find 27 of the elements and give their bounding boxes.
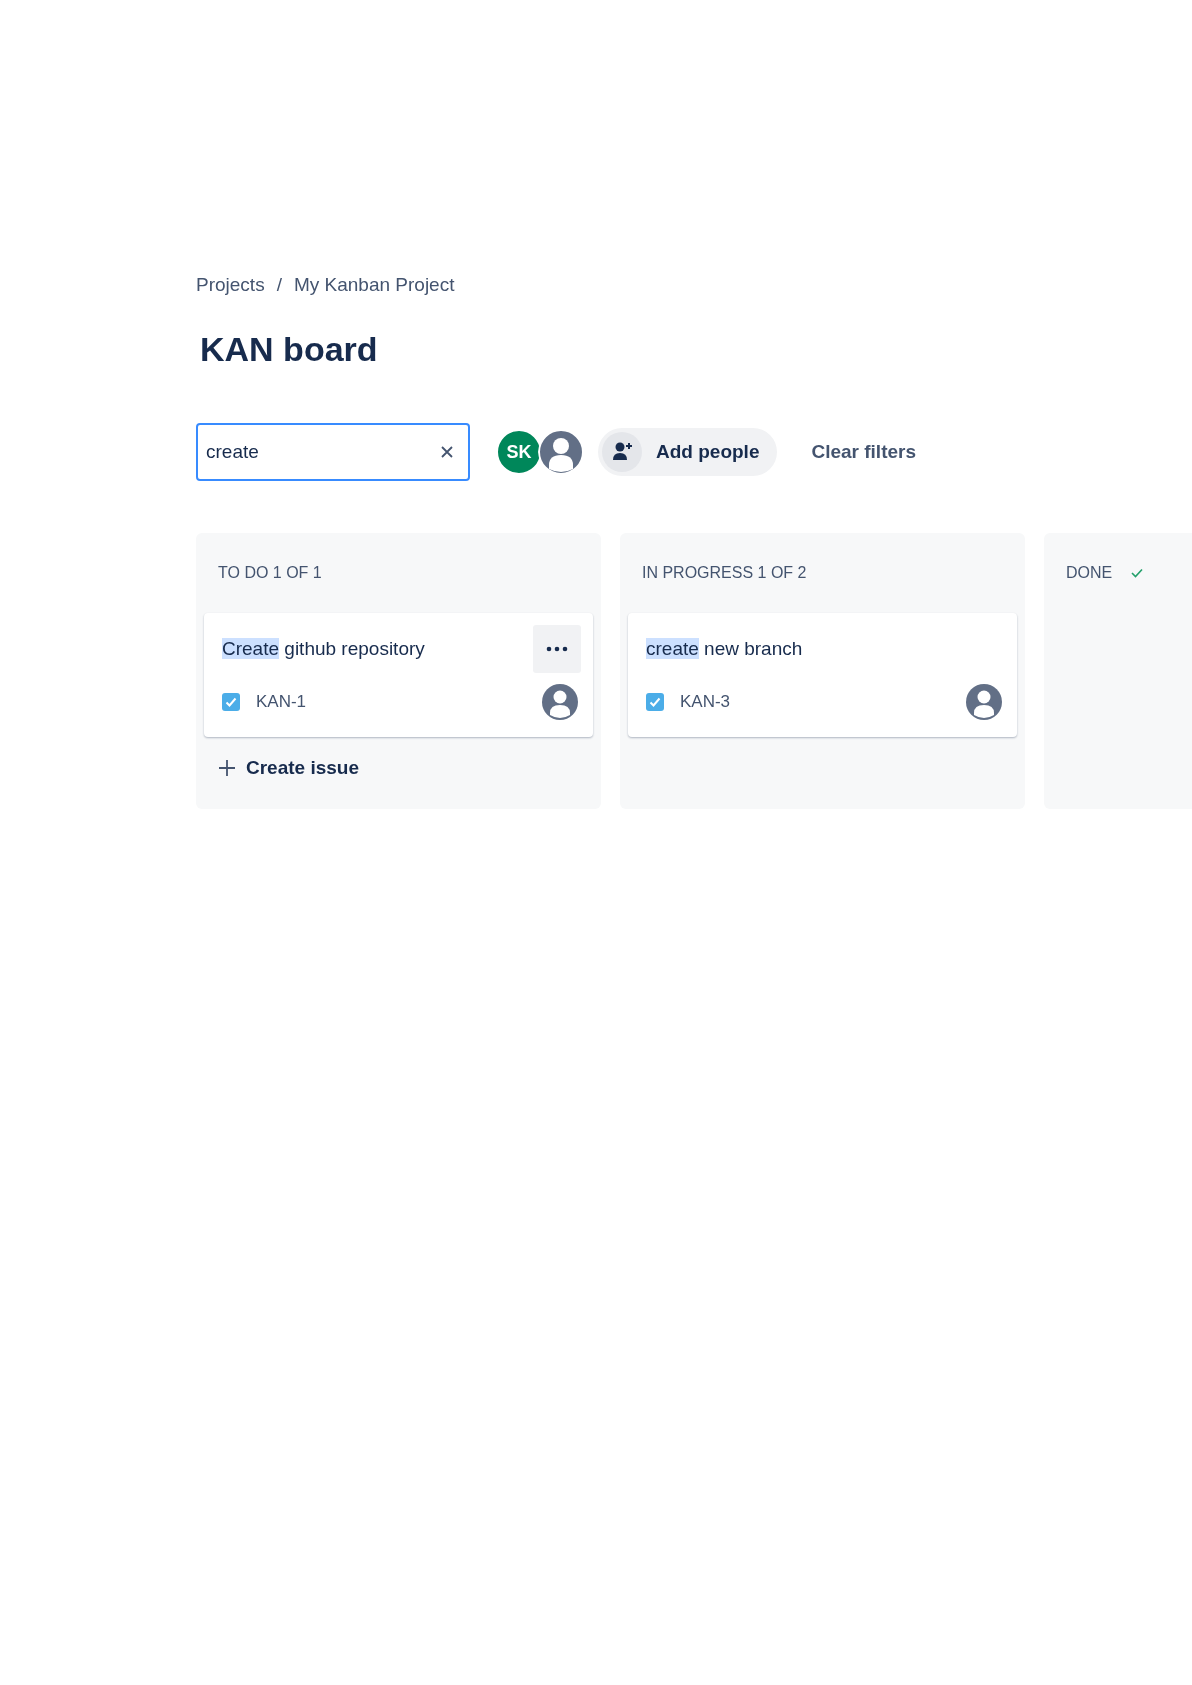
column-title: DONE [1066,564,1113,582]
issue-card[interactable]: Create github repository KAN-1 [204,613,593,737]
search-field[interactable]: create [196,423,470,481]
column-title: IN PROGRESS 1 OF 2 [642,564,807,582]
issue-title: Create github repository [222,638,425,660]
user-avatar[interactable]: SK [496,429,542,475]
user-avatar-icon[interactable] [538,429,584,475]
issue-key[interactable]: KAN-1 [256,692,307,712]
clear-filters-button[interactable]: Clear filters [801,435,926,469]
assignee-avatar-icon[interactable] [541,683,579,721]
issue-title: create new branch [646,638,803,660]
breadcrumb-link[interactable]: My Kanban Project [293,274,455,296]
add-people-button[interactable]: Add people [598,428,778,476]
plus-icon [218,759,236,777]
task-icon [646,693,664,711]
more-icon [546,646,568,652]
issue-card[interactable]: create new branch KAN-3 [628,613,1017,737]
more-button[interactable] [533,625,581,673]
breadcrumb-link[interactable]: Projects [196,274,265,296]
close-icon[interactable] [440,445,454,459]
board-title: KAN board [200,330,379,369]
breadcrumb-separator: / [276,274,282,296]
assignee-avatar-icon[interactable] [965,683,1003,721]
task-icon [222,693,240,711]
column-title: TO DO 1 OF 1 [218,564,322,582]
create-issue-button[interactable]: Create issue [204,751,373,785]
issue-key[interactable]: KAN-3 [680,692,731,712]
